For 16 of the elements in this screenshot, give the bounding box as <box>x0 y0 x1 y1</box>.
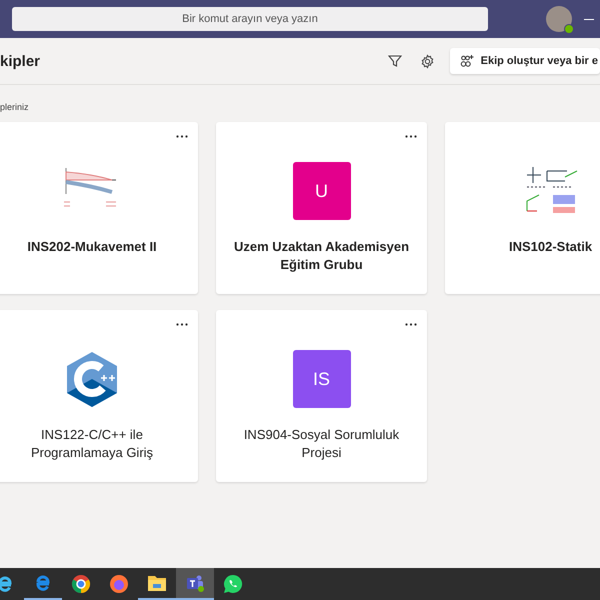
team-name: Uzem Uzaktan Akademisyen Eğitim Grubu <box>232 238 410 274</box>
team-name: INS202-Mukavemet II <box>26 238 158 256</box>
team-name: INS904-Sosyal Sorumluluk Projesi <box>242 426 400 462</box>
team-avatar: U <box>292 162 350 220</box>
team-card[interactable]: INS122-C/C++ ile Programlamaya Giriş <box>0 310 198 482</box>
team-name: INS122-C/C++ ile Programlamaya Giriş <box>30 426 154 462</box>
team-card[interactable]: IS INS904-Sosyal Sorumluluk Projesi <box>216 310 427 482</box>
page-title: kipler <box>0 52 40 70</box>
team-avatar: IS <box>292 350 350 408</box>
team-card[interactable]: INS202-Mukavemet II <box>0 122 198 294</box>
search-field[interactable]: Bir komut arayın veya yazın <box>12 7 488 31</box>
create-team-button[interactable]: Ekip oluştur veya bir e <box>450 48 600 74</box>
section-label: pleriniz <box>0 100 30 114</box>
team-card[interactable]: INS102-Statik <box>445 122 600 294</box>
team-card[interactable]: U Uzem Uzaktan Akademisyen Eğitim Grubu <box>216 122 427 294</box>
team-name: INS102-Statik <box>508 238 594 256</box>
